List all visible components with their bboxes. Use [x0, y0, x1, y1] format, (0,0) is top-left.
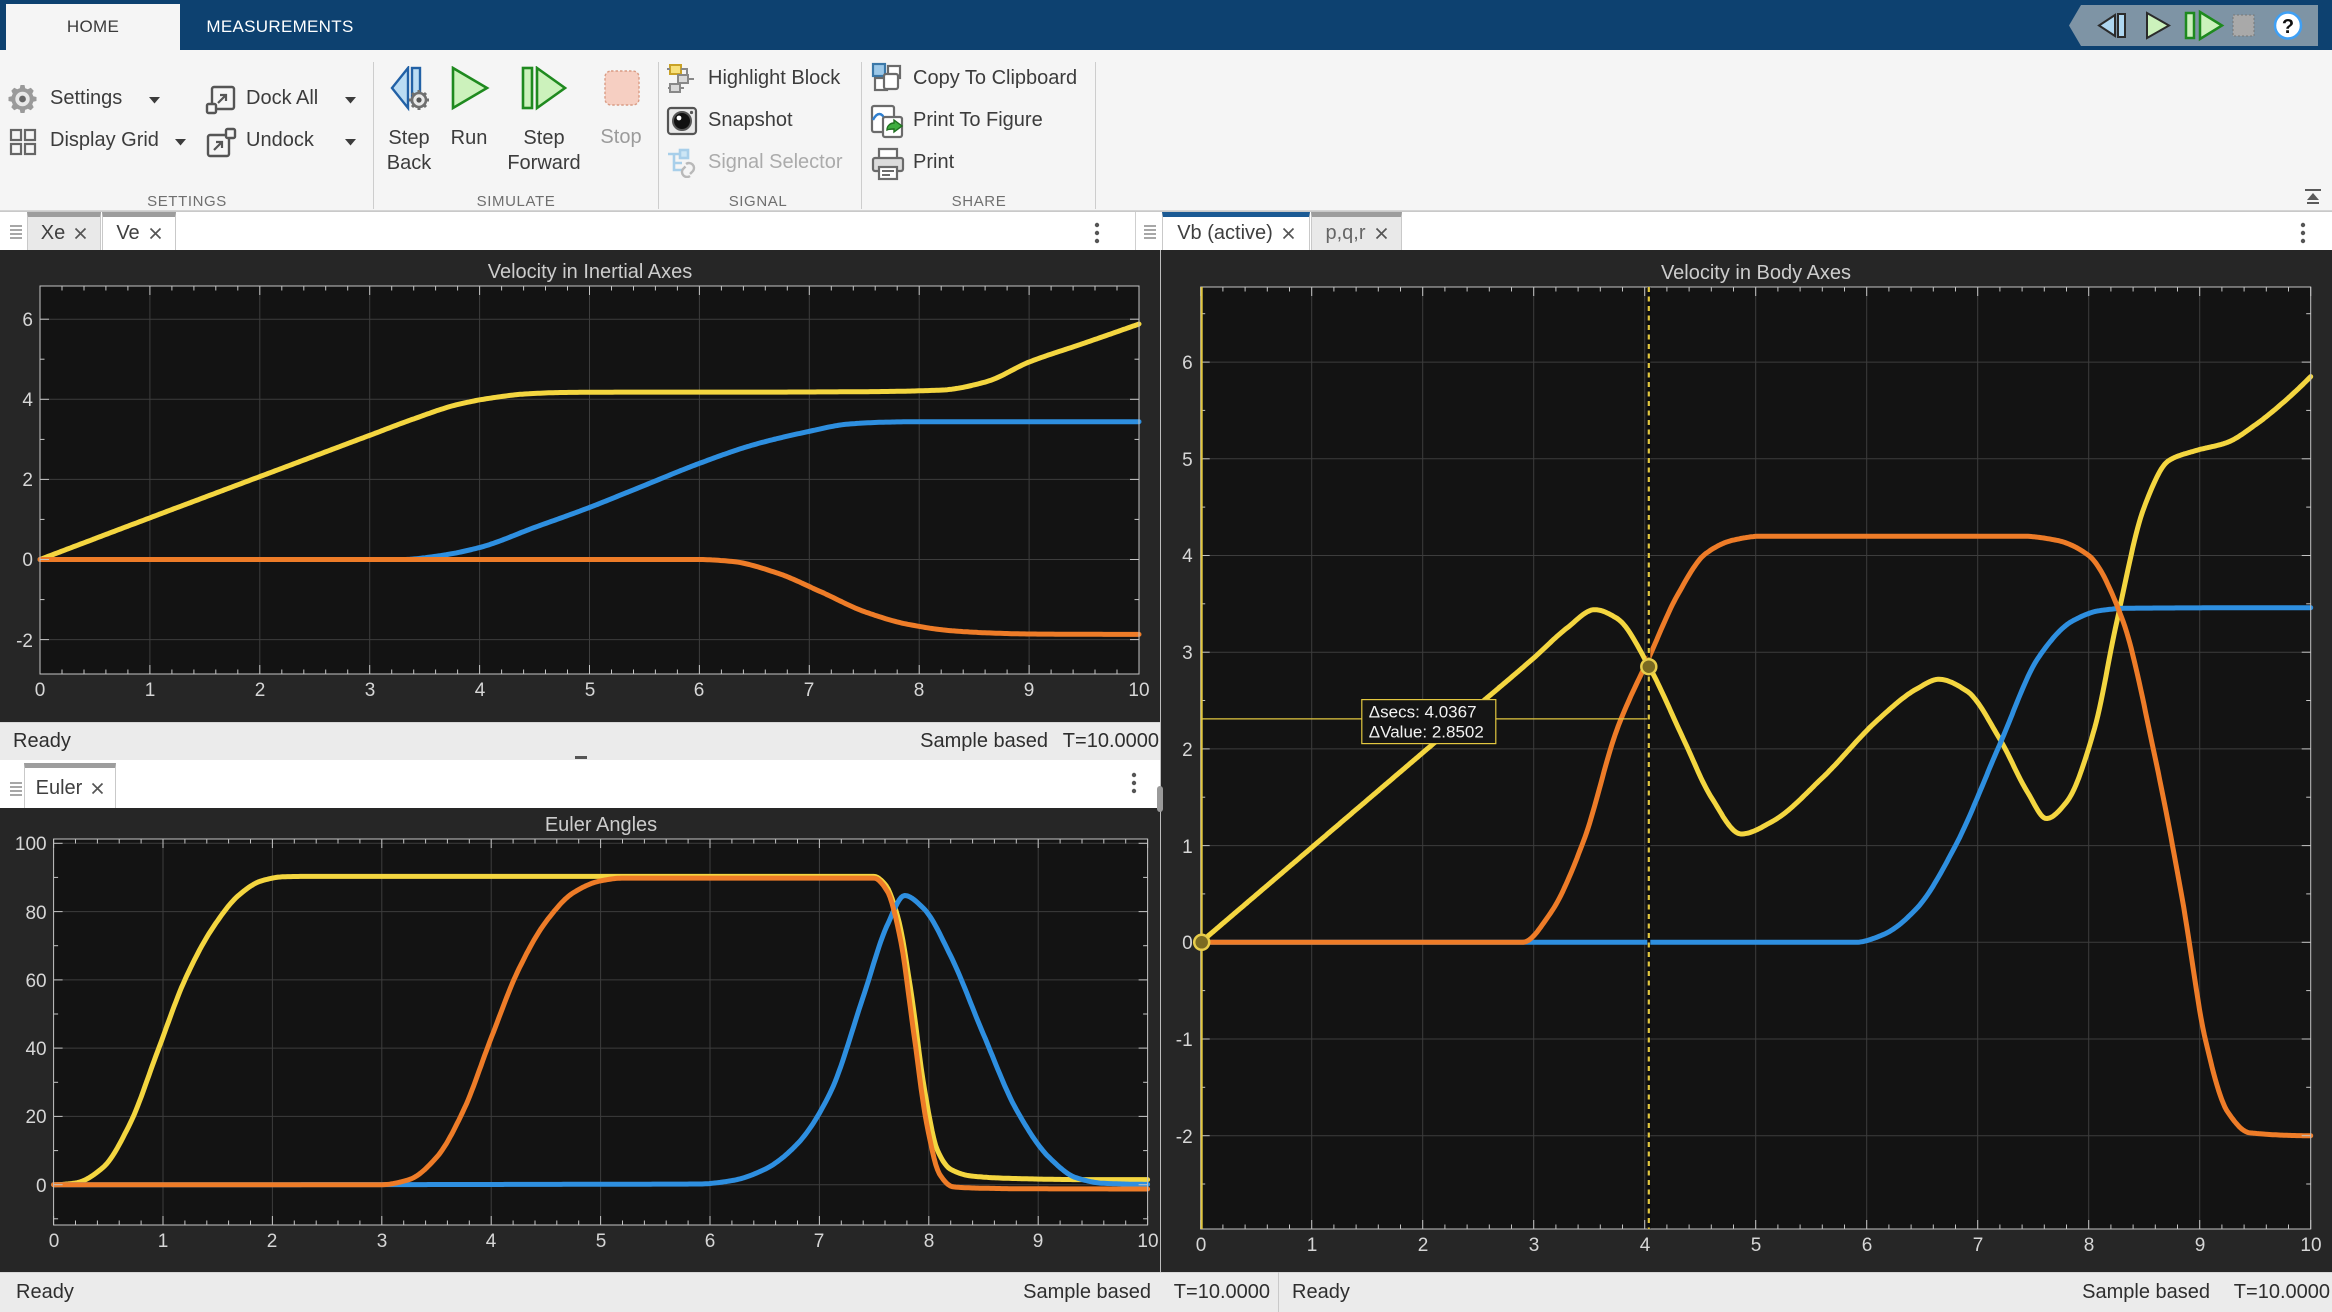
svg-text:-2: -2: [1176, 1127, 1193, 1148]
svg-text:0: 0: [36, 1176, 47, 1197]
svg-text:100: 100: [15, 834, 47, 855]
svg-text:?: ?: [2282, 16, 2294, 38]
svg-text:6: 6: [694, 680, 705, 701]
svg-text:4: 4: [486, 1231, 497, 1252]
svg-text:2: 2: [22, 470, 33, 491]
svg-text:-1: -1: [1176, 1030, 1193, 1051]
svg-text:3: 3: [365, 680, 376, 701]
svg-text:20: 20: [25, 1107, 46, 1128]
svg-text:0: 0: [1182, 933, 1193, 954]
svg-text:80: 80: [25, 903, 46, 924]
svg-text:5: 5: [585, 680, 596, 701]
svg-text:10: 10: [1137, 1231, 1158, 1252]
svg-text:5: 5: [1182, 450, 1193, 471]
svg-text:1: 1: [145, 680, 156, 701]
svg-text:Velocity in Inertial Axes: Velocity in Inertial Axes: [488, 261, 693, 283]
svg-text:6: 6: [705, 1231, 716, 1252]
svg-text:7: 7: [804, 680, 815, 701]
svg-text:ΔValue: 2.8502: ΔValue: 2.8502: [1369, 723, 1484, 742]
svg-text:10: 10: [1128, 680, 1149, 701]
svg-text:3: 3: [377, 1231, 388, 1252]
svg-text:2: 2: [255, 680, 266, 701]
svg-text:9: 9: [1033, 1231, 1044, 1252]
svg-text:1: 1: [1182, 837, 1193, 858]
svg-text:7: 7: [1973, 1235, 1984, 1256]
svg-text:3: 3: [1182, 643, 1193, 664]
svg-text:8: 8: [2084, 1235, 2095, 1256]
svg-text:9: 9: [1024, 680, 1035, 701]
svg-text:2: 2: [1182, 740, 1193, 761]
svg-text:0: 0: [35, 680, 46, 701]
svg-text:1: 1: [1307, 1235, 1318, 1256]
svg-text:7: 7: [814, 1231, 825, 1252]
svg-text:8: 8: [914, 680, 925, 701]
svg-text:0: 0: [22, 550, 33, 571]
svg-text:-2: -2: [16, 631, 33, 652]
svg-text:9: 9: [2195, 1235, 2206, 1256]
svg-text:1: 1: [158, 1231, 169, 1252]
svg-text:2: 2: [267, 1231, 278, 1252]
svg-text:3: 3: [1529, 1235, 1540, 1256]
svg-text:Δsecs: 4.0367: Δsecs: 4.0367: [1369, 703, 1477, 722]
svg-text:4: 4: [1182, 546, 1193, 567]
svg-text:6: 6: [1182, 353, 1193, 374]
svg-text:4: 4: [1640, 1235, 1651, 1256]
svg-text:40: 40: [25, 1039, 46, 1060]
svg-text:60: 60: [25, 971, 46, 992]
svg-text:2: 2: [1418, 1235, 1429, 1256]
svg-text:6: 6: [1862, 1235, 1873, 1256]
svg-text:5: 5: [1751, 1235, 1762, 1256]
svg-text:5: 5: [596, 1231, 607, 1252]
svg-text:4: 4: [475, 680, 486, 701]
svg-text:Euler Angles: Euler Angles: [545, 814, 657, 836]
svg-text:8: 8: [924, 1231, 935, 1252]
svg-text:4: 4: [22, 390, 33, 411]
svg-text:10: 10: [2300, 1235, 2321, 1256]
svg-text:6: 6: [22, 310, 33, 331]
svg-text:Velocity in Body Axes: Velocity in Body Axes: [1661, 262, 1851, 284]
svg-text:0: 0: [1196, 1235, 1207, 1256]
svg-text:0: 0: [49, 1231, 60, 1252]
